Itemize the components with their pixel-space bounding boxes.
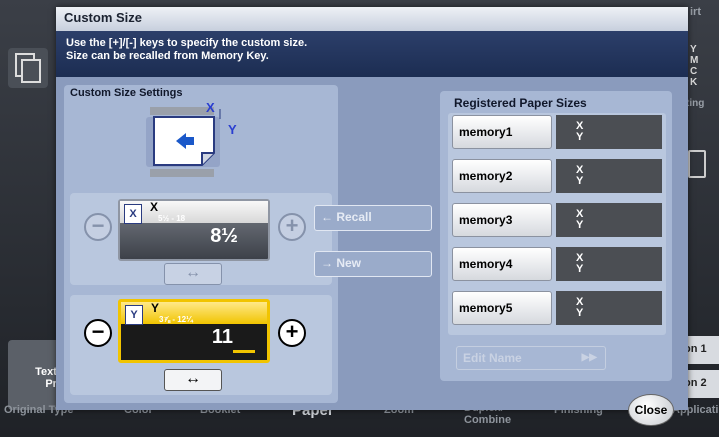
memory2-size: XY bbox=[556, 159, 662, 193]
memory1-size: XY bbox=[556, 115, 662, 149]
y-axis-icon: Y bbox=[125, 305, 143, 325]
x-value-display: X X 5½ - 18 8½ bbox=[118, 199, 270, 261]
y-range: 3⅞ - 12¼ bbox=[159, 315, 193, 324]
y-swap-button[interactable]: ↔ bbox=[164, 369, 222, 391]
new-button[interactable]: → New bbox=[314, 251, 432, 277]
memory3-button[interactable]: memory3 bbox=[452, 203, 552, 237]
memory-row: memory1 XY bbox=[452, 115, 664, 151]
diagram-x-label: X bbox=[206, 101, 215, 115]
registered-paper-sizes-panel: Registered Paper Sizes memory1 XY memory… bbox=[440, 91, 672, 381]
memory4-button[interactable]: memory4 bbox=[452, 247, 552, 281]
close-button[interactable]: Close bbox=[628, 394, 674, 426]
dialog-title: Custom Size bbox=[56, 7, 688, 31]
x-axis-icon: X bbox=[124, 204, 142, 224]
recall-button[interactable]: ← Recall bbox=[314, 205, 432, 231]
memory1-button[interactable]: memory1 bbox=[452, 115, 552, 149]
custom-size-settings-title: Custom Size Settings bbox=[70, 87, 183, 99]
memory5-size: XY bbox=[556, 291, 662, 325]
x-size-section: − X X 5½ - 18 8½ + ↔ bbox=[70, 193, 332, 285]
memory4-size: XY bbox=[556, 247, 662, 281]
x-plus-button[interactable]: + bbox=[278, 213, 306, 241]
instruction-text: Use the [+]/[-] keys to specify the cust… bbox=[56, 31, 688, 77]
edit-name-button[interactable]: Edit Name ▶▶ bbox=[456, 346, 606, 370]
registered-paper-sizes-title: Registered Paper Sizes bbox=[454, 96, 587, 110]
double-arrow-icon: ▶▶ bbox=[581, 352, 597, 363]
y-value: 11 bbox=[211, 326, 233, 348]
memory-row: memory4 XY bbox=[452, 247, 664, 283]
y-value-display: Y Y 3⅞ - 12¼ 11 bbox=[118, 299, 270, 363]
memory5-button[interactable]: memory5 bbox=[452, 291, 552, 325]
memory-row: memory5 XY bbox=[452, 291, 664, 327]
memory-row: memory3 XY bbox=[452, 203, 664, 239]
x-value: 8½ bbox=[210, 225, 238, 247]
copy-mode-icon bbox=[8, 48, 48, 88]
memory2-button[interactable]: memory2 bbox=[452, 159, 552, 193]
bg-tab-right: irt bbox=[690, 6, 701, 18]
bg-right-indicator bbox=[688, 150, 706, 178]
x-axis-letter: X bbox=[150, 200, 159, 214]
input-cursor bbox=[233, 350, 255, 353]
custom-size-settings-panel: Custom Size Settings X Y − X X 5½ - 18 8… bbox=[64, 85, 338, 403]
memory-row: memory2 XY bbox=[452, 159, 664, 195]
y-axis-letter: Y bbox=[151, 301, 160, 315]
paper-feed-diagram: X Y bbox=[144, 100, 264, 191]
x-range: 5½ - 18 bbox=[158, 214, 186, 223]
toner-levels: Y M C K bbox=[690, 44, 699, 88]
edit-name-label: Edit Name bbox=[463, 351, 522, 365]
y-size-section: − Y Y 3⅞ - 12¼ 11 + ↔ bbox=[70, 295, 332, 395]
bg-right-label: ting bbox=[686, 98, 705, 109]
bg-text-print-button[interactable]: Text/ Pri bbox=[8, 340, 60, 410]
memory3-size: XY bbox=[556, 203, 662, 237]
x-swap-button[interactable]: ↔ bbox=[164, 263, 222, 285]
diagram-y-label: Y bbox=[228, 122, 237, 137]
x-minus-button[interactable]: − bbox=[84, 213, 112, 241]
memory-list: memory1 XY memory2 XY memory3 XY memory4… bbox=[448, 113, 666, 335]
custom-size-dialog: Custom Size Use the [+]/[-] keys to spec… bbox=[56, 7, 688, 410]
y-plus-button[interactable]: + bbox=[278, 319, 306, 347]
y-minus-button[interactable]: − bbox=[84, 319, 112, 347]
